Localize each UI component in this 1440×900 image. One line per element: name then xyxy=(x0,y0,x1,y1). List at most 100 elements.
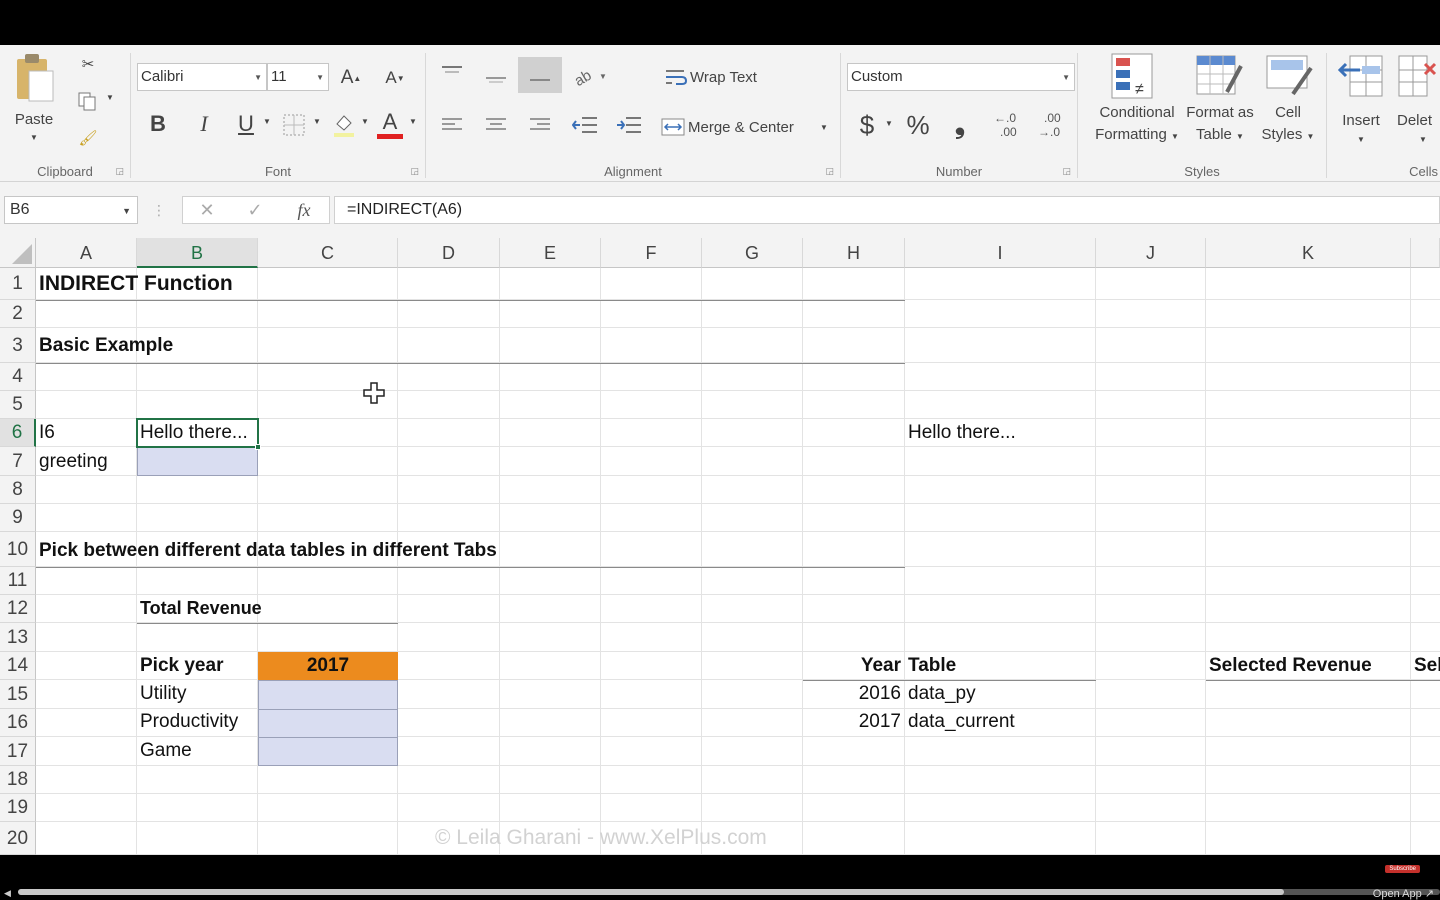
paste-icon[interactable] xyxy=(12,51,58,103)
column-header-D[interactable]: D xyxy=(398,238,500,268)
align-middle-icon[interactable] xyxy=(482,67,510,89)
align-center-icon[interactable] xyxy=(482,113,510,137)
merge-center-icon[interactable] xyxy=(660,115,686,139)
open-app-link[interactable]: Open App ↗ xyxy=(1373,887,1434,900)
bold-button[interactable]: B xyxy=(145,109,171,139)
subscribe-badge[interactable]: Subscribe xyxy=(1385,865,1420,873)
row-header-12[interactable]: 12 xyxy=(0,595,36,623)
launcher-icon[interactable]: ◲ xyxy=(1062,166,1071,177)
wrap-text-button[interactable]: Wrap Text xyxy=(690,67,770,89)
chevron-down-icon[interactable]: ▼ xyxy=(26,133,42,142)
cancel-icon[interactable]: ✕ xyxy=(195,200,219,220)
font-size-select[interactable]: 11 ▼ xyxy=(267,63,329,91)
cell-A1[interactable]: INDIRECT Function xyxy=(36,272,233,296)
font-name-select[interactable]: Calibri ▼ xyxy=(137,63,267,91)
cell-K14[interactable]: Selected Revenue xyxy=(1206,655,1372,677)
cell-A10[interactable]: Pick between different data tables in di… xyxy=(36,540,497,562)
enter-icon[interactable]: ✓ xyxy=(243,200,267,220)
row-header-9[interactable]: 9 xyxy=(0,504,36,532)
chevron-down-icon[interactable]: ▼ xyxy=(1417,135,1429,144)
decrease-font-icon[interactable]: A ▼ xyxy=(383,65,407,91)
row-header-3[interactable]: 3 xyxy=(0,328,36,363)
column-header-B[interactable]: B xyxy=(137,238,258,268)
cell-B17[interactable]: Game xyxy=(137,740,192,762)
select-all-corner[interactable] xyxy=(0,238,36,268)
row-header-2[interactable]: 2 xyxy=(0,300,36,328)
column-header-J[interactable]: J xyxy=(1096,238,1206,268)
conditional-formatting-icon[interactable]: ≠ xyxy=(1106,51,1158,101)
align-top-icon[interactable] xyxy=(438,61,466,83)
format-as-table-icon[interactable] xyxy=(1192,51,1246,101)
row-header-5[interactable]: 5 xyxy=(0,391,36,419)
row-header-6[interactable]: 6 xyxy=(0,419,36,447)
cell-B16[interactable]: Productivity xyxy=(137,711,238,733)
align-bottom-icon[interactable] xyxy=(518,57,562,93)
cell-A6[interactable]: I6 xyxy=(36,422,55,444)
cell-styles-icon[interactable] xyxy=(1262,51,1314,101)
column-header-I[interactable]: I xyxy=(905,238,1096,268)
currency-button[interactable]: $ xyxy=(855,109,879,141)
row-header-1[interactable]: 1 xyxy=(0,268,36,300)
column-header-E[interactable]: E xyxy=(500,238,601,268)
fill-handle[interactable] xyxy=(255,444,261,450)
fill-color-icon[interactable] xyxy=(331,111,357,139)
column-header-H[interactable]: H xyxy=(803,238,905,268)
chevron-down-icon[interactable]: ▼ xyxy=(818,123,830,132)
align-right-icon[interactable] xyxy=(526,113,554,137)
percent-button[interactable]: % xyxy=(903,109,933,141)
cell-I14[interactable]: Table xyxy=(905,655,956,677)
merge-center-button[interactable]: Merge & Center xyxy=(688,117,812,139)
format-painter-icon[interactable]: 🖌 xyxy=(76,125,100,151)
cell-B6[interactable]: Hello there... xyxy=(137,422,248,444)
orientation-icon[interactable]: ab ▼ xyxy=(572,63,608,89)
cell-H15[interactable]: 2016 xyxy=(803,683,904,705)
increase-font-icon[interactable]: A ▲ xyxy=(339,65,363,91)
paste-button[interactable]: Paste xyxy=(8,109,60,131)
splitter-dots-icon[interactable]: ⋮ xyxy=(152,202,166,219)
column-header-K[interactable]: K xyxy=(1206,238,1411,268)
cell-B14[interactable]: Pick year xyxy=(137,655,223,677)
formula-input[interactable]: =INDIRECT(A6) xyxy=(334,196,1440,224)
row-header-17[interactable]: 17 xyxy=(0,737,36,766)
column-header-C[interactable]: C xyxy=(258,238,398,268)
underline-button[interactable]: U xyxy=(233,109,259,139)
chevron-down-icon[interactable]: ▼ xyxy=(104,93,116,102)
chevron-down-icon[interactable]: ▼ xyxy=(311,117,323,126)
row-header-10[interactable]: 10 xyxy=(0,532,36,567)
row-header-7[interactable]: 7 xyxy=(0,447,36,476)
cell-I6[interactable]: Hello there... xyxy=(905,422,1016,444)
cut-icon[interactable]: ✂ xyxy=(76,51,100,77)
delete-button[interactable]: Delet xyxy=(1397,110,1440,132)
number-format-select[interactable]: Custom ▼ xyxy=(847,63,1075,91)
delete-cells-icon[interactable] xyxy=(1397,51,1440,101)
row-header-15[interactable]: 15 xyxy=(0,680,36,709)
row-header-8[interactable]: 8 xyxy=(0,476,36,504)
play-icon[interactable]: ◀ xyxy=(4,888,11,899)
cell-L14[interactable]: Sel xyxy=(1411,655,1440,677)
insert-button[interactable]: Insert xyxy=(1335,110,1387,132)
row-header-4[interactable]: 4 xyxy=(0,363,36,391)
cell-A7[interactable]: greeting xyxy=(36,451,108,473)
cell-I16[interactable]: data_current xyxy=(905,711,1015,733)
cell-I15[interactable]: data_py xyxy=(905,683,976,705)
increase-indent-icon[interactable] xyxy=(614,113,644,137)
insert-cells-icon[interactable] xyxy=(1335,51,1387,101)
cell-A3[interactable]: Basic Example xyxy=(36,335,173,357)
wrap-text-icon[interactable] xyxy=(662,65,690,89)
cell-B12[interactable]: Total Revenue xyxy=(137,598,262,619)
conditional-formatting-button[interactable]: Conditional Formatting ▼ xyxy=(1082,102,1192,148)
name-box[interactable]: B6 ▼ xyxy=(4,196,138,224)
row-header-18[interactable]: 18 xyxy=(0,766,36,794)
decrease-indent-icon[interactable] xyxy=(570,113,600,137)
copy-icon[interactable] xyxy=(74,89,100,113)
worksheet-grid[interactable]: ABCDEFGHIJK 1 2 3 4 5 6 7 8 9 10 11 12 13 14 15 16 17 18 1… xyxy=(0,238,1440,855)
row-header-13[interactable]: 13 xyxy=(0,623,36,652)
column-header-L[interactable] xyxy=(1411,238,1440,268)
cell-B15[interactable]: Utility xyxy=(137,683,186,705)
cell-C14[interactable]: 2017 xyxy=(258,655,398,677)
cell-styles-button[interactable]: Cell Styles ▼ xyxy=(1258,102,1318,148)
row-header-14[interactable]: 14 xyxy=(0,652,36,680)
chevron-down-icon[interactable]: ▼ xyxy=(407,117,419,126)
row-header-19[interactable]: 19 xyxy=(0,794,36,822)
launcher-icon[interactable]: ◲ xyxy=(410,166,419,177)
